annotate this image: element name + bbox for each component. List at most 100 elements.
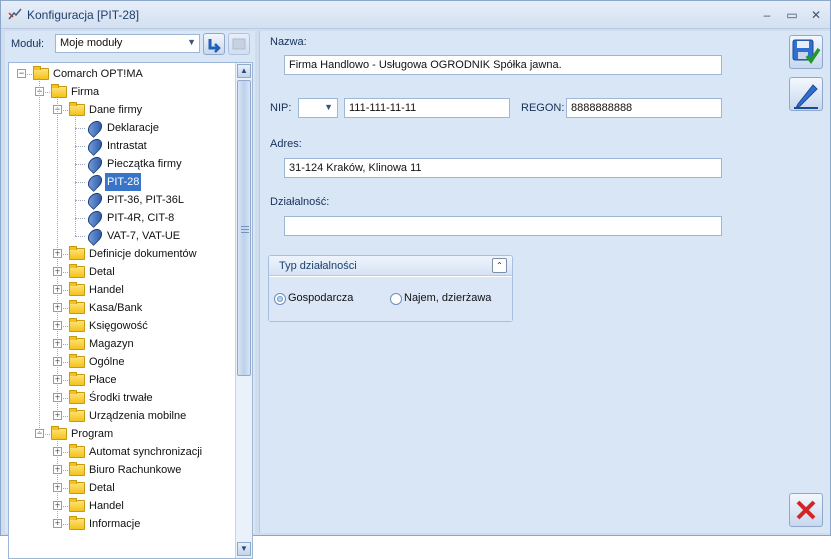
- tree-folder-node[interactable]: − Dane firmy: [9, 101, 235, 119]
- modul-select[interactable]: Moje moduły ▼: [55, 34, 200, 53]
- window-title: Konfiguracja [PIT-28]: [27, 8, 140, 22]
- dzialalnosc-field[interactable]: [284, 216, 722, 236]
- radio-najem[interactable]: [390, 293, 402, 305]
- modul-select-value: Moje moduły: [60, 37, 123, 49]
- tree-node-label: Detal: [89, 266, 115, 278]
- folder-icon: [69, 480, 85, 494]
- tree-folder-node[interactable]: + Księgowość: [9, 317, 235, 335]
- tree-folder-node[interactable]: − Comarch OPT!MA: [9, 65, 235, 83]
- tree-leaf-node[interactable]: PIT-28: [9, 172, 235, 192]
- tree-leaf-node[interactable]: Deklaracje: [9, 118, 235, 138]
- tree-folder-node[interactable]: + Detal: [9, 479, 235, 497]
- configuration-window: Konfiguracja [PIT-28] – ▭ ✕ Moduł: Moje …: [0, 0, 831, 559]
- tree-folder-node[interactable]: + Magazyn: [9, 335, 235, 353]
- group-title: Typ działalności: [279, 260, 357, 272]
- folder-icon: [69, 336, 85, 350]
- tree-node-label: Definicje dokumentów: [89, 248, 197, 260]
- radio-gospodarcza[interactable]: [274, 293, 286, 305]
- tree-folder-node[interactable]: + Biuro Rachunkowe: [9, 461, 235, 479]
- radio-gospodarcza-label[interactable]: Gospodarcza: [288, 292, 353, 304]
- tree-scrollbar[interactable]: ▲ ▼: [235, 63, 252, 558]
- tree-leaf-node[interactable]: PIT-4R, CIT-8: [9, 208, 235, 228]
- tree-connector-line: [63, 452, 68, 453]
- tree-folder-node[interactable]: + Automat synchronizacji: [9, 443, 235, 461]
- tree-folder-node[interactable]: + Ogólne: [9, 353, 235, 371]
- tree-node-label: PIT-36, PIT-36L: [107, 194, 185, 206]
- scroll-thumb[interactable]: [237, 80, 251, 376]
- tree-folder-node[interactable]: + Detal: [9, 263, 235, 281]
- scroll-up-button[interactable]: ▲: [237, 64, 251, 78]
- tree-leaf-node[interactable]: VAT-7, VAT-UE: [9, 226, 235, 246]
- cancel-button[interactable]: [789, 493, 823, 527]
- close-window-button[interactable]: ✕: [808, 7, 824, 23]
- adres-field[interactable]: 31-124 Kraków, Klinowa 11: [284, 158, 722, 178]
- title-bar: Konfiguracja [PIT-28] – ▭ ✕: [1, 1, 830, 29]
- tree-connector-line: [63, 416, 68, 417]
- folder-icon: [51, 84, 67, 98]
- double-chevron-up-icon: ⌃: [496, 261, 503, 270]
- nip-prefix-select[interactable]: ▼: [298, 98, 338, 118]
- nip-field[interactable]: 111-111-11-11: [344, 98, 510, 118]
- tree-node-label: PIT-28: [105, 173, 142, 191]
- maximize-button[interactable]: ▭: [784, 7, 800, 23]
- regon-field[interactable]: 8888888888: [566, 98, 722, 118]
- tree-connector-line: [63, 470, 68, 471]
- nip-label: NIP:: [270, 102, 292, 114]
- tree-node-label: Program: [71, 428, 114, 440]
- collapse-button[interactable]: ⌃: [492, 258, 507, 273]
- minimize-button[interactable]: –: [759, 7, 775, 23]
- edit-button[interactable]: [789, 77, 823, 111]
- tree-connector-line: [75, 164, 85, 165]
- tree-node-label: Dane firmy: [89, 104, 143, 116]
- radio-najem-label[interactable]: Najem, dzierżawa: [404, 292, 491, 304]
- tree-folder-node[interactable]: + Handel: [9, 497, 235, 515]
- tree-folder-node[interactable]: + Kasa/Bank: [9, 299, 235, 317]
- folder-icon: [69, 282, 85, 296]
- tree-folder-node[interactable]: + Płace: [9, 371, 235, 389]
- scroll-down-button[interactable]: ▼: [237, 542, 251, 556]
- tree-guide-line: [57, 438, 58, 524]
- settings-node-icon: [85, 154, 105, 174]
- tree-connector-line: [27, 74, 32, 75]
- tree-connector-line: [75, 200, 85, 201]
- refresh-button[interactable]: [203, 33, 225, 55]
- tree-rows: − Comarch OPT!MA − Firma − Dane firmy Deklarac…: [9, 65, 235, 533]
- tree-folder-node[interactable]: + Informacje: [9, 515, 235, 533]
- tree-node-label: Handel: [89, 284, 124, 296]
- tree-folder-node[interactable]: + Handel: [9, 281, 235, 299]
- typ-dzialalnosci-group: Typ działalności ⌃ Gospodarcza Najem, dz…: [268, 255, 513, 322]
- folder-icon: [69, 318, 85, 332]
- folder-icon: [69, 390, 85, 404]
- tree-connector-line: [63, 506, 68, 507]
- nazwa-field[interactable]: Firma Handlowo - Usługowa OGRODNIK Spółk…: [284, 55, 722, 75]
- left-panel: Moduł: Moje moduły ▼ − Comarch OPT!MA − Fir…: [5, 31, 255, 559]
- refresh-arrow-icon: [208, 39, 221, 53]
- config-tree[interactable]: − Comarch OPT!MA − Firma − Dane firmy Deklarac…: [8, 62, 253, 559]
- tree-folder-node[interactable]: + Środki trwałe: [9, 389, 235, 407]
- folder-icon: [69, 516, 85, 530]
- tree-node-label: Handel: [89, 500, 124, 512]
- tree-connector-line: [45, 434, 50, 435]
- tree-connector-line: [63, 326, 68, 327]
- tree-folder-node[interactable]: + Urządzenia mobilne: [9, 407, 235, 425]
- collapse-node-icon[interactable]: −: [17, 69, 26, 78]
- group-body: Gospodarcza Najem, dzierżawa: [269, 277, 512, 321]
- tree-connector-line: [63, 380, 68, 381]
- save-button[interactable]: [789, 35, 823, 69]
- tree-leaf-node[interactable]: Pieczątka firmy: [9, 154, 235, 174]
- tree-guide-line: [57, 96, 58, 416]
- tree-folder-node[interactable]: + Definicje dokumentów: [9, 245, 235, 263]
- tree-node-label: Urządzenia mobilne: [89, 410, 187, 422]
- dzialalnosc-label: Działalność:: [270, 196, 330, 208]
- tree-leaf-node[interactable]: Intrastat: [9, 136, 235, 156]
- tree-node-label: Pieczątka firmy: [107, 158, 182, 170]
- tree-folder-node[interactable]: − Firma: [9, 83, 235, 101]
- tree-folder-node[interactable]: − Program: [9, 425, 235, 443]
- folder-icon: [69, 246, 85, 260]
- tree-connector-line: [45, 92, 50, 93]
- copy-button[interactable]: [228, 33, 250, 55]
- tree-leaf-node[interactable]: PIT-36, PIT-36L: [9, 190, 235, 210]
- folder-icon: [69, 372, 85, 386]
- regon-label: REGON:: [521, 102, 565, 114]
- tree-connector-line: [63, 272, 68, 273]
